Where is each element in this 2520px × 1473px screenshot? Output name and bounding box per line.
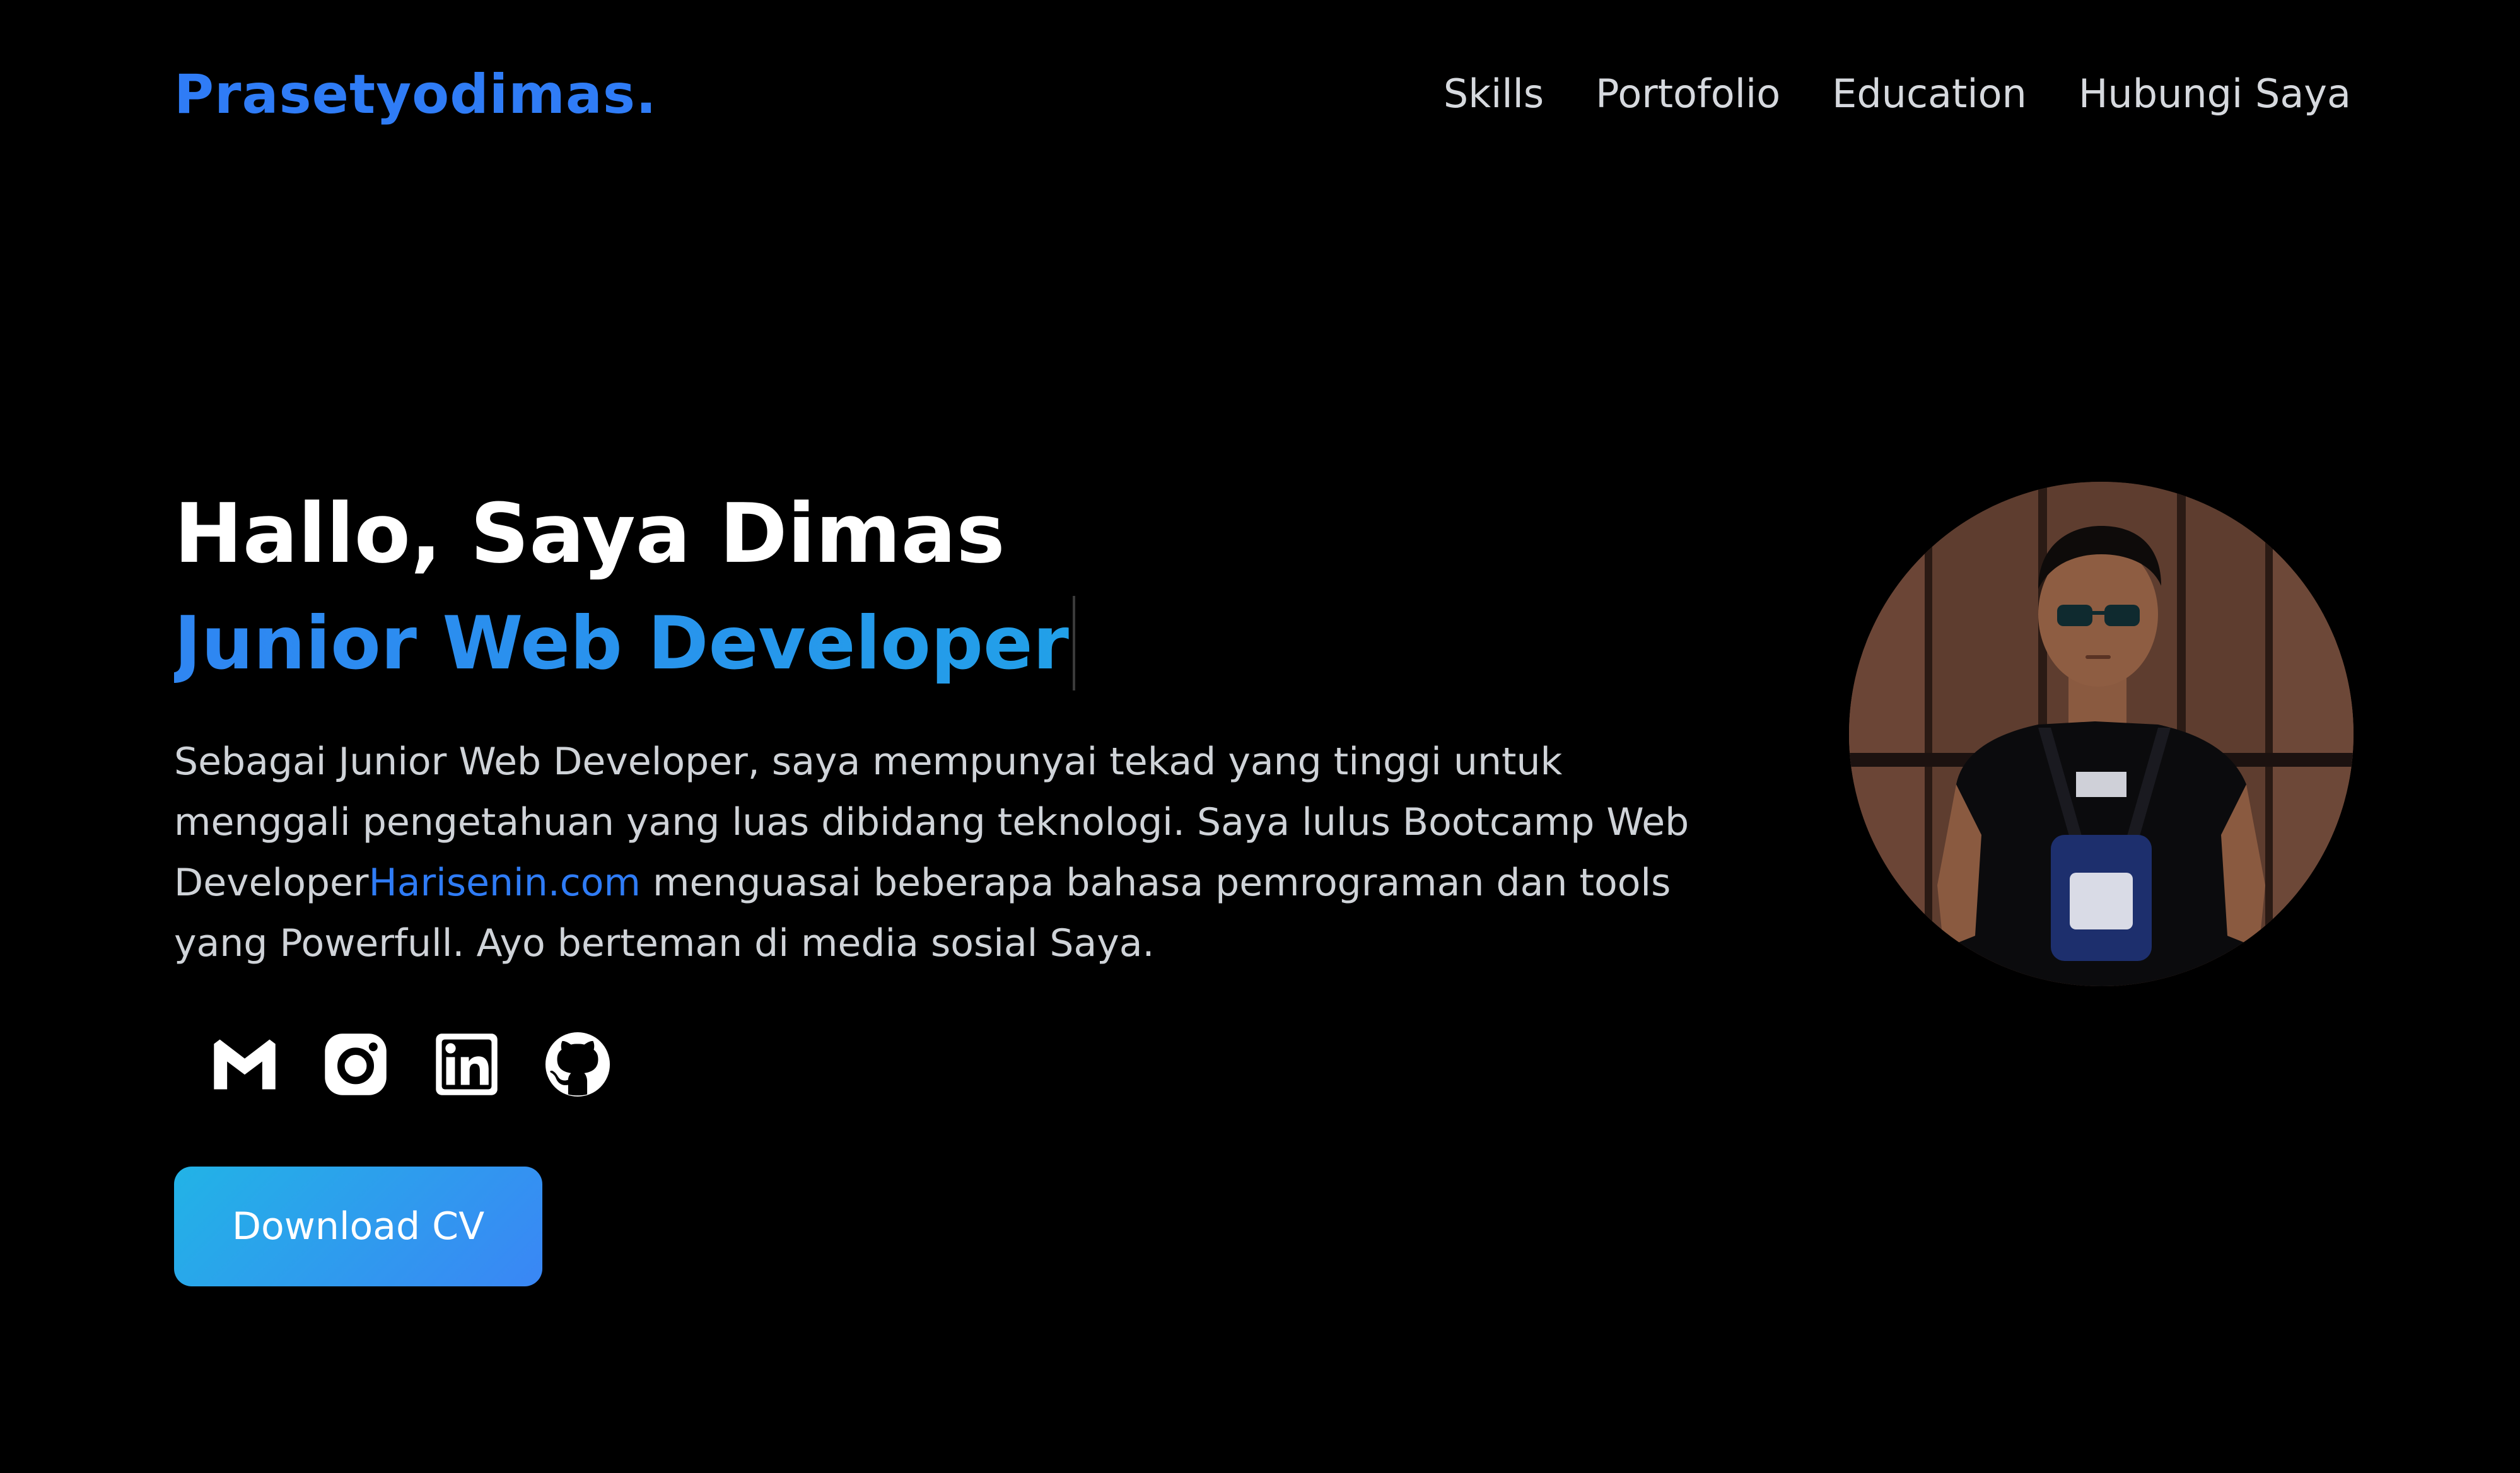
- gmail-icon[interactable]: [208, 1028, 281, 1101]
- download-cv-button[interactable]: Download CV: [174, 1167, 542, 1286]
- nav-item-hubungi-saya[interactable]: Hubungi Saya: [2079, 71, 2351, 117]
- main-nav: Skills Portofolio Education Hubungi Saya: [1444, 71, 2351, 117]
- linkedin-icon[interactable]: [430, 1028, 503, 1101]
- hero-title: Hallo, Saya Dimas: [174, 486, 1005, 581]
- instagram-icon[interactable]: [319, 1028, 392, 1101]
- nav-item-education[interactable]: Education: [1832, 71, 2027, 117]
- hero-description: Sebagai Junior Web Developer, saya mempu…: [174, 731, 1725, 974]
- social-links: [208, 1028, 614, 1101]
- hero-subtitle-wrap: Junior Web Developer: [174, 596, 1075, 690]
- profile-photo: [1849, 482, 2354, 986]
- brand-logo[interactable]: Prasetyodimas.: [174, 63, 657, 126]
- hero-subtitle: Junior Web Developer: [174, 600, 1069, 686]
- nav-item-portofolio[interactable]: Portofolio: [1595, 71, 1780, 117]
- harisenin-link[interactable]: Harisenin.com: [369, 861, 641, 905]
- nav-item-skills[interactable]: Skills: [1444, 71, 1544, 117]
- site-header: Prasetyodimas. Skills Portofolio Educati…: [0, 0, 2520, 202]
- github-icon[interactable]: [541, 1028, 614, 1101]
- typing-caret: [1072, 596, 1075, 690]
